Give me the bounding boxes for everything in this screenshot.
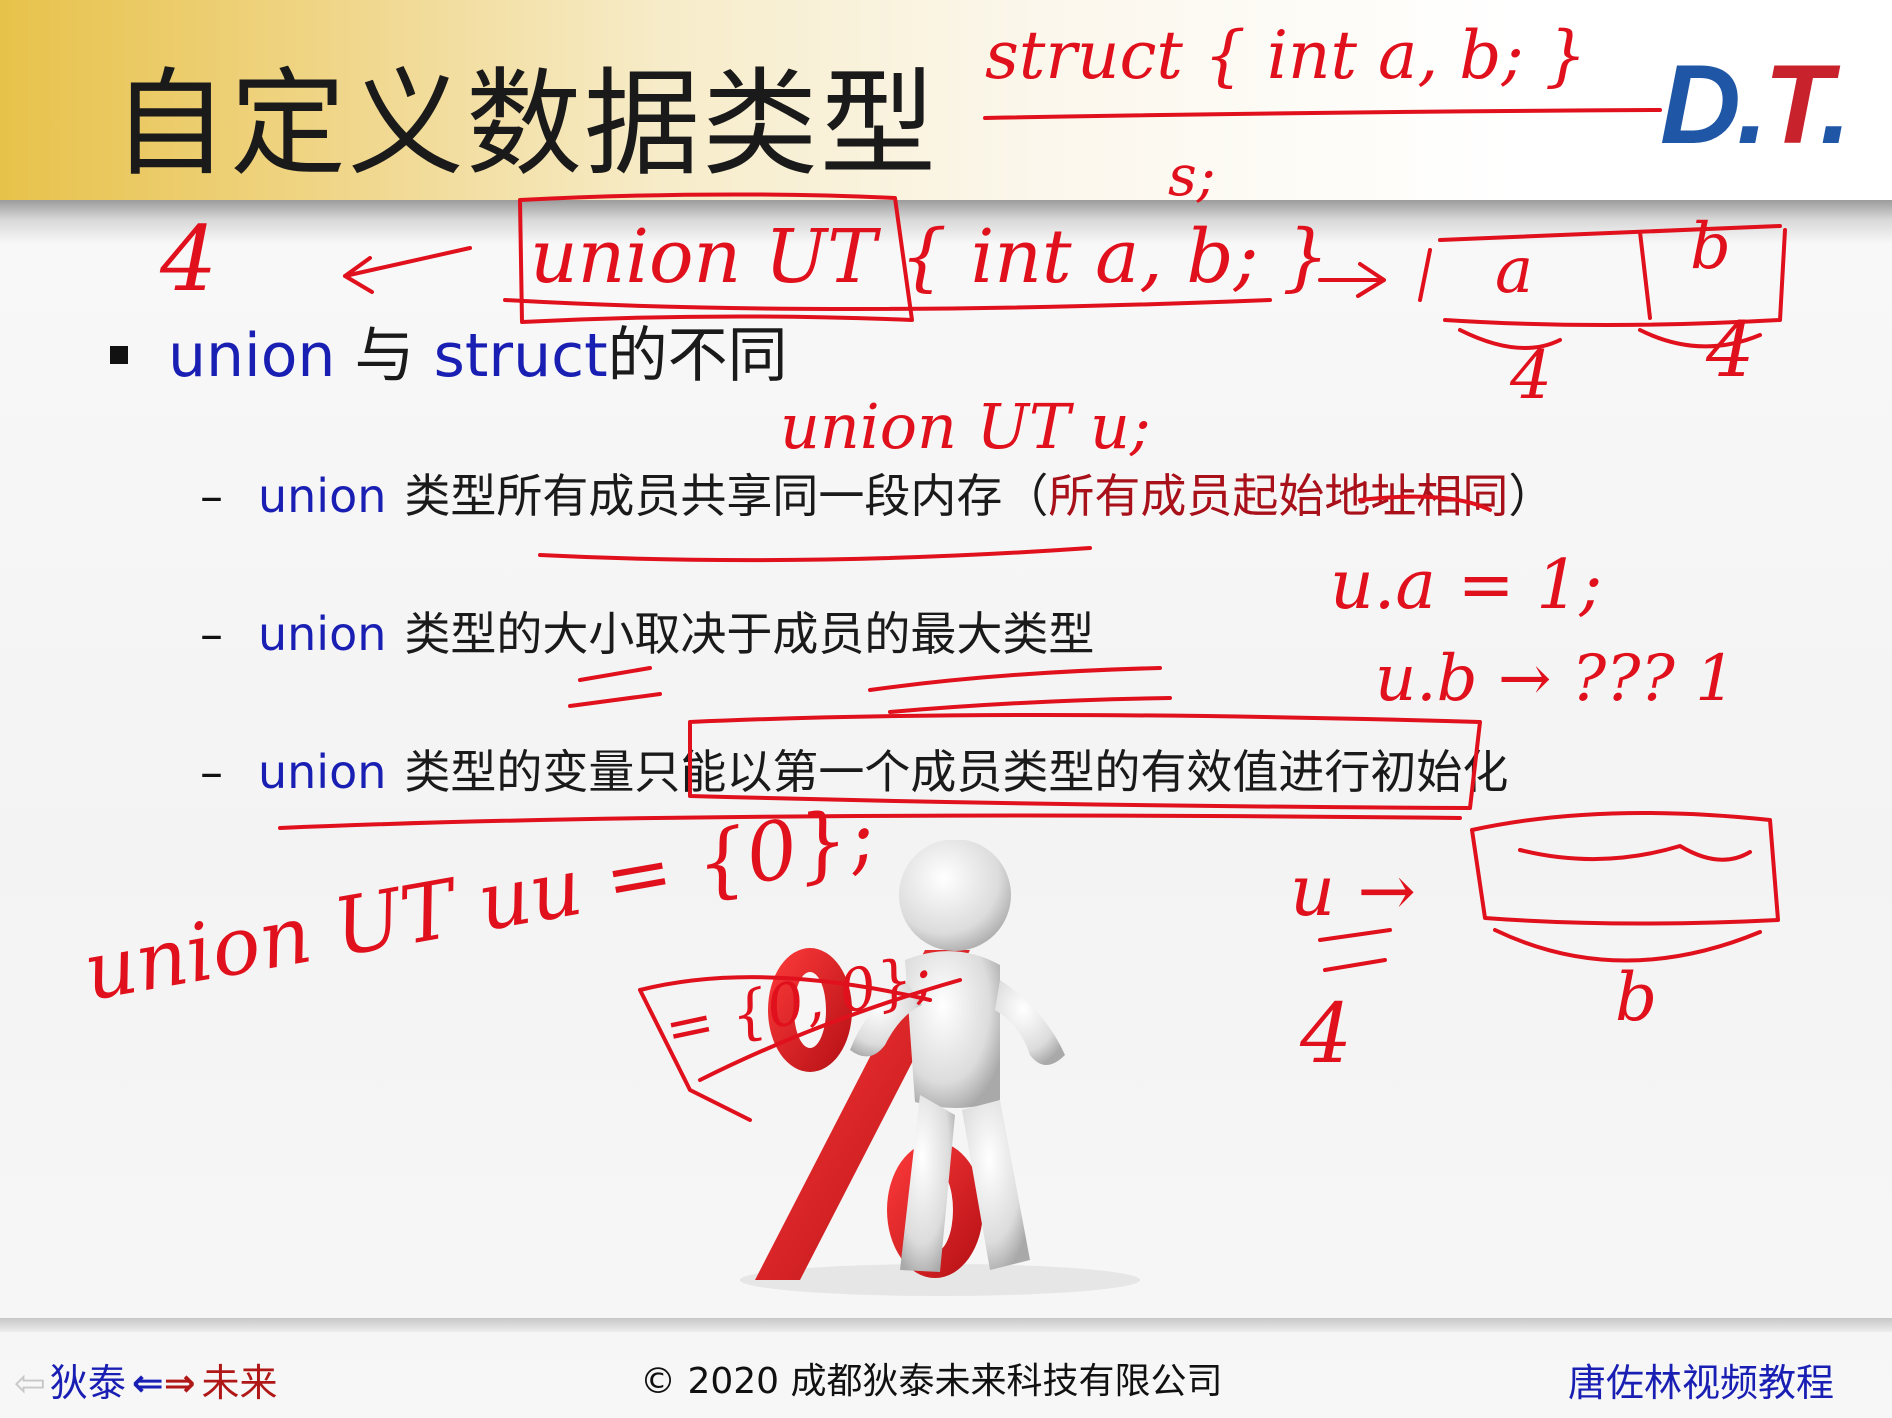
- subpoint-1: – union 类型所有成员共享同一段内存（所有成员起始地址相同）: [200, 466, 1554, 526]
- dash-icon: –: [200, 745, 223, 799]
- double-underline-mark: [568, 666, 662, 708]
- subpoint-text: 类型的大小取决于成员的最大类型: [404, 607, 1095, 661]
- brace-mark: [1493, 928, 1762, 963]
- slide: 自定义数据类型 D.T. union 与 struct的不同 – union 类型所…: [0, 0, 1892, 1418]
- paren-open: （: [1002, 469, 1049, 523]
- subpoint-keyword: union: [258, 745, 387, 799]
- percent-man-illustration: [740, 840, 1140, 1296]
- footer-brand-2: 未来: [201, 1361, 278, 1405]
- bullet-mid: 与: [354, 321, 415, 391]
- footer-course: 唐佐林视频教程: [1567, 1361, 1834, 1405]
- underline-mark: [538, 546, 1092, 563]
- underline-mark: [503, 298, 1272, 311]
- logo-d: D: [1660, 42, 1741, 167]
- footer-brand-1: 狄泰: [49, 1361, 126, 1405]
- logo-dot-2: .: [1820, 42, 1851, 167]
- back-arrow-icon[interactable]: ⇦: [14, 1361, 46, 1405]
- subpoint-keyword: union: [258, 469, 387, 523]
- slide-title: 自定义数据类型: [112, 57, 938, 192]
- subpoint-3: – union 类型的变量只能以第一个成员类型的有效值进行初始化: [200, 742, 1508, 802]
- bullet-keyword-union: union: [168, 321, 336, 391]
- annotation-union-var: union UT u;: [780, 390, 1151, 463]
- footer-divider: [0, 1318, 1892, 1332]
- arrow-right-mark: [1318, 262, 1386, 298]
- title-shadow: [0, 200, 1892, 244]
- bullet-square-icon: [110, 346, 128, 364]
- logo-t: T: [1764, 42, 1824, 167]
- underline-mark: [278, 813, 1462, 830]
- bullet-keyword-struct: struct: [433, 321, 608, 391]
- footer-brand: ⇦ 狄泰 ⇐⇒ 未来: [14, 1352, 278, 1407]
- arrow-left-mark: [343, 246, 472, 294]
- dash-icon: –: [200, 607, 223, 661]
- main-bullet: union 与 struct的不同: [110, 320, 788, 392]
- subpoint-text: 类型所有成员共享同一段内存: [404, 469, 1003, 523]
- paren-close: ）: [1508, 469, 1555, 523]
- logo-dot: .: [1736, 42, 1768, 167]
- annotation-assign: u.a = 1;: [1330, 546, 1602, 625]
- annotation-u-size: 4: [1299, 987, 1352, 1082]
- subpoint-2: – union 类型的大小取决于成员的最大类型: [200, 604, 1094, 664]
- footer-copyright: © 2020 成都狄泰未来科技有限公司: [640, 1361, 1223, 1402]
- brace-mark: [1458, 328, 1762, 350]
- double-underline-mark: [1318, 928, 1392, 972]
- annotation-bytes-label: b: [1615, 959, 1657, 1036]
- box-mark: [1470, 810, 1780, 926]
- arrow-right-icon: ⇒: [163, 1361, 196, 1405]
- annotation-mem-a: a: [1495, 234, 1533, 308]
- subpoint-text: 类型的变量只能以第一个成员类型的有效值进行初始化: [404, 745, 1509, 799]
- subpoint-keyword: union: [258, 607, 387, 661]
- dash-icon: –: [200, 469, 223, 523]
- subpoint-note: 所有成员起始地址相同: [1048, 469, 1509, 523]
- annotation-u-arrow: u →: [1290, 850, 1416, 932]
- footer-arrows-icon: ⇐⇒: [132, 1361, 196, 1405]
- bytes-scribble-mark: [1518, 844, 1752, 862]
- dt-logo: D.T.: [1660, 40, 1851, 169]
- double-underline-mark: [868, 666, 1172, 714]
- annotation-read: u.b → ??? 1: [1375, 642, 1736, 716]
- bullet-tail: 的不同: [607, 321, 788, 391]
- annotation-size-a: 4: [1509, 337, 1552, 414]
- arrow-left-icon: ⇐: [131, 1361, 164, 1405]
- annotation-size-b: 4: [1705, 305, 1754, 394]
